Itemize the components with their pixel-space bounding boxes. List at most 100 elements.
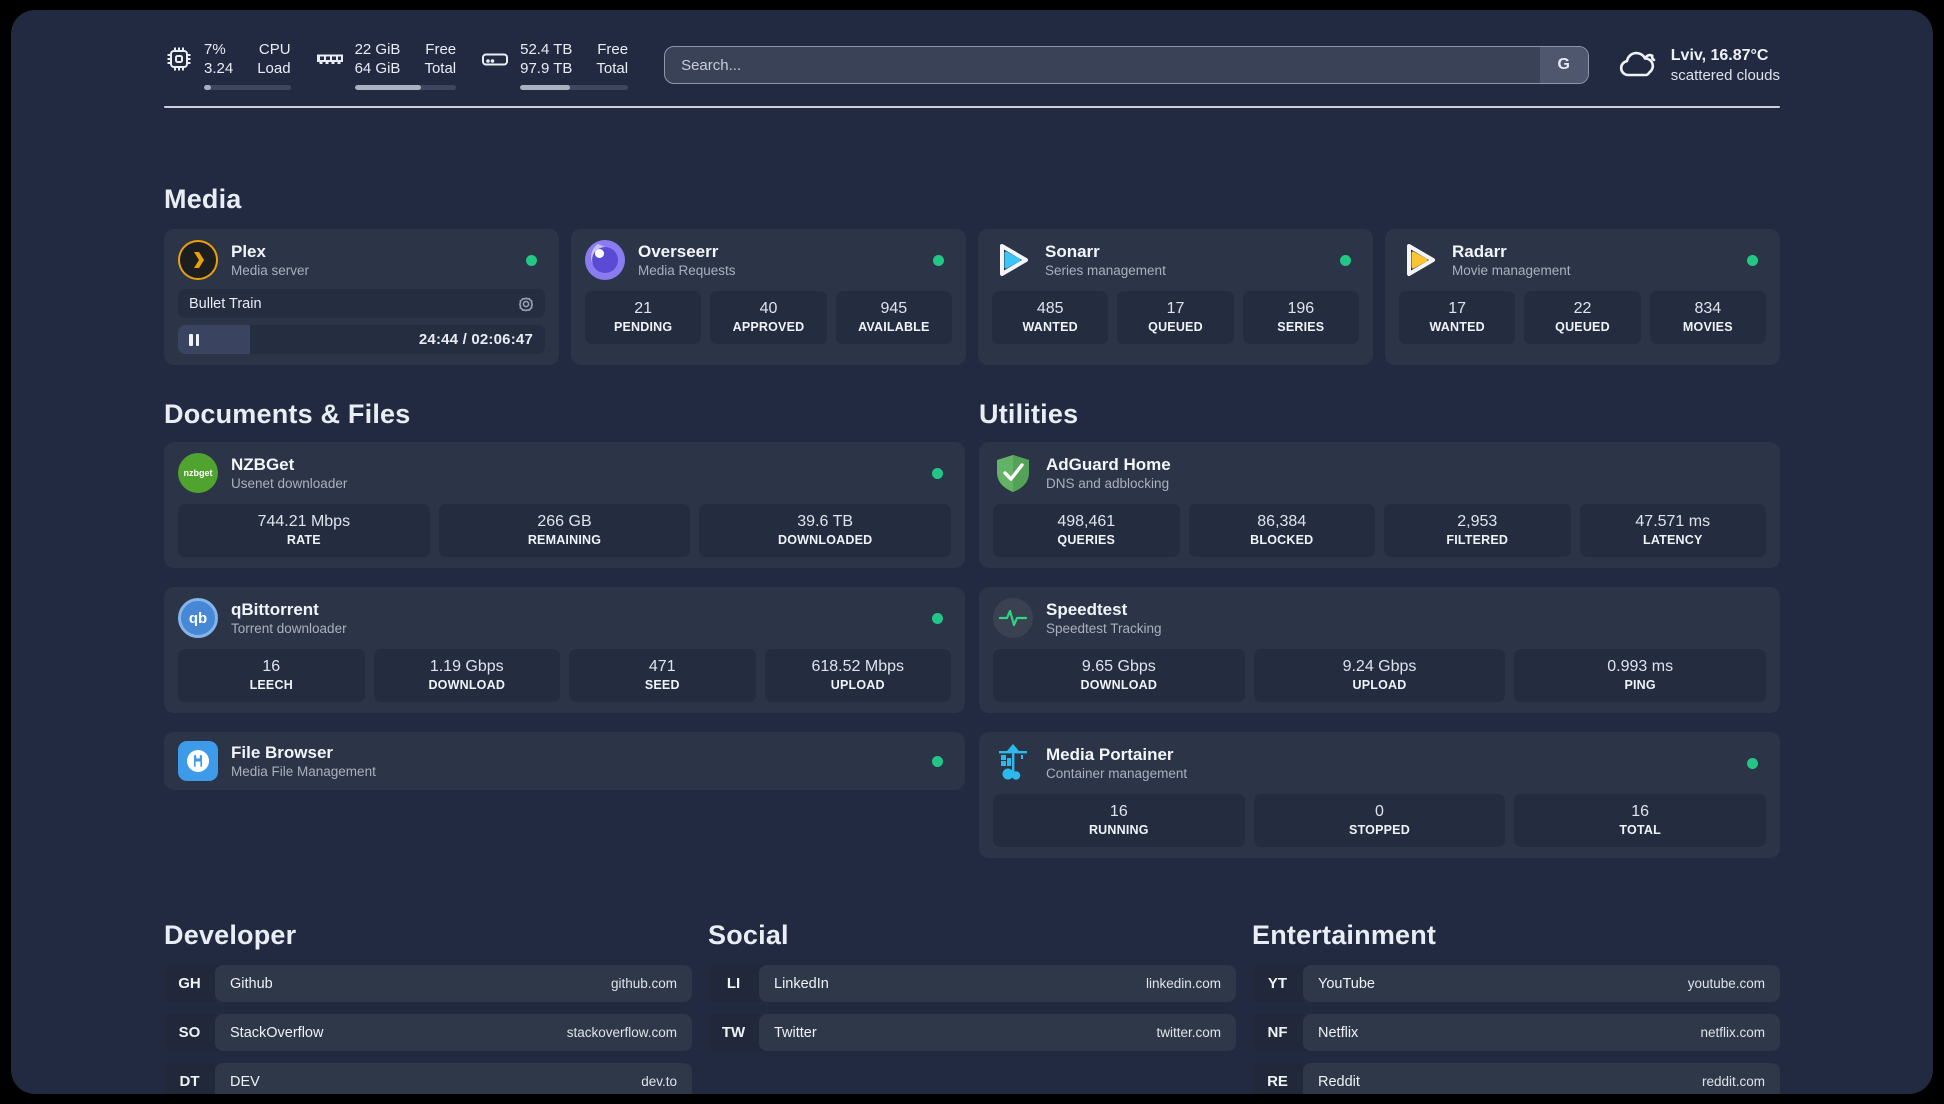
memory-progress-fill (354, 85, 421, 90)
app-subtitle: Torrent downloader (231, 620, 347, 636)
disk-icon (480, 45, 510, 73)
link-github[interactable]: GH Github github.com (164, 965, 692, 1002)
link-name: Reddit (1318, 1073, 1360, 1090)
search-input[interactable] (665, 47, 1540, 83)
section-title-media: Media (164, 184, 242, 214)
settings-icon[interactable] (518, 296, 534, 312)
ram-total-label: Total (424, 60, 457, 77)
qbittorrent-card[interactable]: qb qBittorrent Torrent downloader 16 LEE… (164, 587, 965, 713)
stat-latency: 47.571 ms LATENCY (1579, 504, 1766, 557)
media-grid: Plex Media server Bullet Train 24:44 / 0… (164, 229, 1780, 365)
status-dot (932, 755, 943, 767)
status-dot (933, 254, 944, 266)
stat-download: 1.19 Gbps DOWNLOAD (373, 649, 560, 702)
link-url: linkedin.com (1145, 976, 1221, 991)
stat-ping: 0.993 ms PING (1514, 649, 1766, 702)
load-label: Load (257, 60, 291, 77)
cpu-load-value: 3.24 (204, 60, 234, 77)
app-subtitle: Container management (1046, 765, 1188, 781)
overseerr-card[interactable]: Overseerr Media Requests 21 PENDING 40 A… (571, 229, 966, 365)
cpu-label: CPU (258, 41, 291, 58)
app-subtitle: Movie management (1452, 262, 1571, 278)
ram-total-value: 64 GiB (354, 60, 401, 77)
status-dot (1340, 254, 1351, 266)
link-youtube[interactable]: YT YouTube youtube.com (1252, 965, 1780, 1002)
stat-series: 196 SERIES (1242, 291, 1359, 344)
stat-pending: 21 PENDING (585, 291, 702, 344)
cpu-stat: 7% 3.24 CPU Load (164, 40, 291, 90)
link-dev-to[interactable]: DT DEV dev.to (164, 1063, 692, 1094)
app-subtitle: DNS and adblocking (1046, 475, 1170, 491)
dashboard: 7% 3.24 CPU Load 22 GiB 64 GiB Free Tota… (11, 10, 1933, 1094)
link-url: youtube.com (1687, 976, 1765, 991)
app-subtitle: Media Requests (638, 262, 736, 278)
link-linkedin[interactable]: LI LinkedIn linkedin.com (708, 965, 1236, 1002)
ram-free-value: 22 GiB (354, 41, 401, 58)
stat-wanted: 17 WANTED (1399, 291, 1516, 344)
stat-queries: 498,461 QUERIES (993, 504, 1180, 557)
link-name: DEV (230, 1073, 260, 1090)
now-playing-title: Bullet Train (189, 295, 262, 312)
now-playing-bar: Bullet Train (178, 289, 545, 318)
adguard-card[interactable]: AdGuard Home DNS and adblocking 498,461 … (979, 442, 1780, 568)
cloud-icon (1617, 48, 1659, 82)
status-dot (1747, 254, 1758, 266)
link-stackoverflow[interactable]: SO StackOverflow stackoverflow.com (164, 1014, 692, 1051)
header-divider (164, 106, 1780, 108)
nzbget-card[interactable]: nzbget NZBGet Usenet downloader 744.21 M… (164, 442, 965, 568)
stat-rate: 744.21 Mbps RATE (178, 504, 430, 557)
cpu-progress-bar (204, 85, 291, 90)
link-abbrev: TW (721, 1024, 746, 1041)
weather-location-temp: Lviv, 16.87°C (1670, 46, 1769, 64)
app-subtitle: Speedtest Tracking (1046, 620, 1162, 636)
filebrowser-card[interactable]: File Browser Media File Management (164, 732, 965, 790)
plex-card[interactable]: Plex Media server Bullet Train 24:44 / 0… (164, 229, 559, 365)
utilities-column: AdGuard Home DNS and adblocking 498,461 … (979, 442, 1780, 858)
app-title: Media Portainer (1046, 744, 1174, 764)
social-section: Social LI LinkedIn linkedin.com TW Twitt… (708, 920, 1236, 1094)
link-name: YouTube (1318, 975, 1375, 992)
stat-wanted: 485 WANTED (992, 291, 1109, 344)
stat-total: 16 TOTAL (1514, 794, 1766, 847)
link-url: netflix.com (1700, 1025, 1765, 1040)
link-reddit[interactable]: RE Reddit reddit.com (1252, 1063, 1780, 1094)
link-twitter[interactable]: TW Twitter twitter.com (708, 1014, 1236, 1051)
app-title: qBittorrent (231, 599, 319, 619)
qbittorrent-icon-text: qb (188, 609, 208, 627)
nzbget-icon: nzbget (178, 453, 218, 493)
link-abbrev: LI (726, 975, 741, 992)
status-dot (526, 254, 537, 266)
storage-progress-fill (520, 85, 570, 90)
header: 7% 3.24 CPU Load 22 GiB 64 GiB Free Tota… (164, 40, 1780, 90)
section-title-social: Social (708, 920, 789, 950)
link-abbrev: SO (178, 1024, 201, 1041)
speedtest-icon (993, 598, 1033, 638)
playback-progress-bar[interactable]: 24:44 / 02:06:47 (178, 325, 545, 354)
portainer-icon (993, 743, 1033, 783)
stat-filtered: 2,953 FILTERED (1384, 504, 1571, 557)
speedtest-card[interactable]: Speedtest Speedtest Tracking 9.65 Gbps D… (979, 587, 1780, 713)
stat-blocked: 86,384 BLOCKED (1188, 504, 1375, 557)
search-bar: G (664, 46, 1589, 84)
radarr-card[interactable]: Radarr Movie management 17 WANTED 22 QUE… (1385, 229, 1780, 365)
plex-icon (178, 240, 218, 280)
pause-icon[interactable] (189, 325, 199, 354)
weather-widget[interactable]: Lviv, 16.87°C scattered clouds (1617, 46, 1780, 85)
link-abbrev: NF (1267, 1024, 1288, 1041)
search-engine-button[interactable]: G (1539, 47, 1588, 83)
app-title: AdGuard Home (1046, 454, 1171, 474)
cpu-usage-value: 7% (204, 41, 226, 58)
stat-queued: 17 QUEUED (1117, 291, 1234, 344)
memory-stat: 22 GiB 64 GiB Free Total (315, 40, 457, 90)
sonarr-card[interactable]: Sonarr Series management 485 WANTED 17 Q… (978, 229, 1373, 365)
portainer-card[interactable]: Media Portainer Container management 16 … (979, 732, 1780, 858)
link-url: github.com (610, 976, 677, 991)
link-url: reddit.com (1701, 1074, 1765, 1089)
section-title-entertainment: Entertainment (1252, 920, 1437, 950)
link-netflix[interactable]: NF Netflix netflix.com (1252, 1014, 1780, 1051)
section-title-documents: Documents & Files (164, 399, 411, 429)
stat-stopped: 0 STOPPED (1253, 794, 1506, 847)
app-subtitle: Usenet downloader (231, 475, 348, 491)
stat-approved: 40 APPROVED (710, 291, 827, 344)
radarr-icon (1399, 240, 1439, 280)
